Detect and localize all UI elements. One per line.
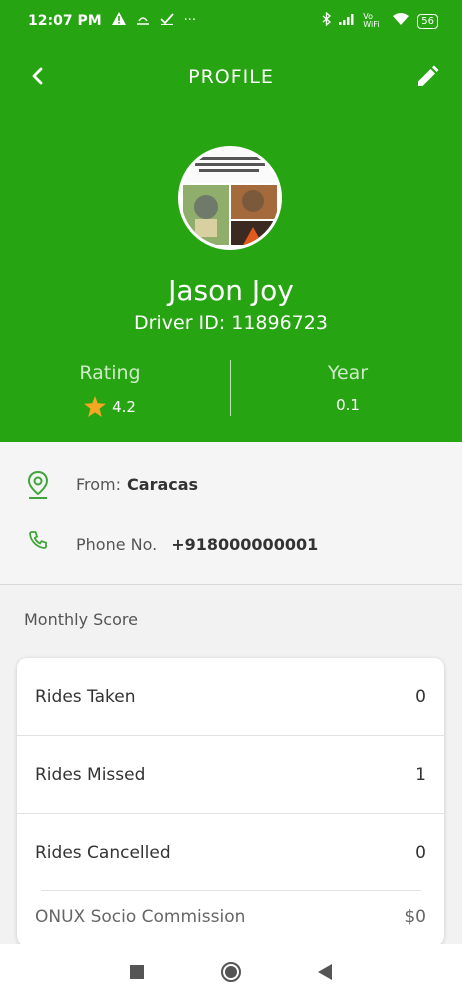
rating-stat: Rating 4.2 xyxy=(0,362,220,417)
score-row-rides-missed: Rides Missed 1 xyxy=(17,736,444,814)
home-button[interactable] xyxy=(220,961,242,983)
score-row-commission: ONUX Socio Commission $0 xyxy=(17,890,444,944)
status-bar: 12:07 PM ··· Vo WiFi 56 xyxy=(0,0,462,44)
rating-label: Rating xyxy=(79,362,141,384)
score-value: 0 xyxy=(415,843,426,863)
from-row: From: Caracas xyxy=(24,470,199,499)
monthly-score-card: Rides Taken 0 Rides Missed 1 Rides Cance… xyxy=(17,658,444,946)
circle-icon xyxy=(221,962,241,982)
vowifi-label: Vo WiFi xyxy=(363,12,380,29)
check-icon xyxy=(160,12,174,29)
year-value: 0.1 xyxy=(336,396,360,414)
hotspot-icon xyxy=(136,13,150,29)
profile-header: PROFILE Jason Joy Driver ID: 11896723 Ra… xyxy=(0,44,462,442)
monthly-score-title: Monthly Score xyxy=(24,610,138,629)
score-row-rides-taken: Rides Taken 0 xyxy=(17,658,444,736)
stats-divider xyxy=(230,360,231,416)
from-value: Caracas xyxy=(127,474,199,494)
triangle-back-icon xyxy=(318,964,332,980)
edit-profile-button[interactable] xyxy=(414,64,440,90)
score-value: 1 xyxy=(415,764,426,785)
signal-icon xyxy=(339,13,355,29)
status-time: 12:07 PM xyxy=(28,12,102,29)
year-stat: Year 0.1 xyxy=(238,362,458,414)
phone-value: +918000000001 xyxy=(171,534,319,554)
phone-icon xyxy=(24,530,52,558)
score-label: Rides Missed xyxy=(35,764,146,785)
page-title: PROFILE xyxy=(188,66,274,88)
score-row-rides-cancelled: Rides Cancelled 0 xyxy=(17,814,444,892)
profile-avatar[interactable] xyxy=(178,146,282,250)
wifi-icon xyxy=(393,13,410,29)
avatar-image xyxy=(181,149,279,245)
system-nav-bar xyxy=(0,944,462,1000)
score-value: 0 xyxy=(415,686,426,707)
score-label: ONUX Socio Commission xyxy=(35,907,246,927)
from-label: From: xyxy=(76,474,122,494)
recents-button[interactable] xyxy=(126,961,148,983)
star-icon xyxy=(84,396,107,417)
driver-id: Driver ID: 11896723 xyxy=(134,312,328,334)
more-notifications-icon: ··· xyxy=(183,13,197,28)
phone-row: Phone No. +918000000001 xyxy=(24,530,318,558)
pencil-icon xyxy=(418,65,439,86)
square-icon xyxy=(130,965,144,979)
driver-name: Jason Joy xyxy=(168,274,294,307)
back-nav-button[interactable] xyxy=(314,961,336,983)
battery-icon: 56 xyxy=(417,13,438,29)
bluetooth-icon xyxy=(322,11,332,30)
score-label: Rides Taken xyxy=(35,686,136,707)
score-label: Rides Cancelled xyxy=(35,843,171,863)
score-value: $0 xyxy=(404,907,426,927)
rating-value: 4.2 xyxy=(112,397,136,416)
warning-icon xyxy=(111,12,126,29)
rating-value-row: 4.2 xyxy=(0,396,220,417)
profile-info-section: From: Caracas Phone No. +918000000001 xyxy=(0,442,462,585)
phone-label: Phone No. xyxy=(76,534,158,554)
location-pin-icon xyxy=(24,470,52,499)
year-label: Year xyxy=(327,362,369,384)
